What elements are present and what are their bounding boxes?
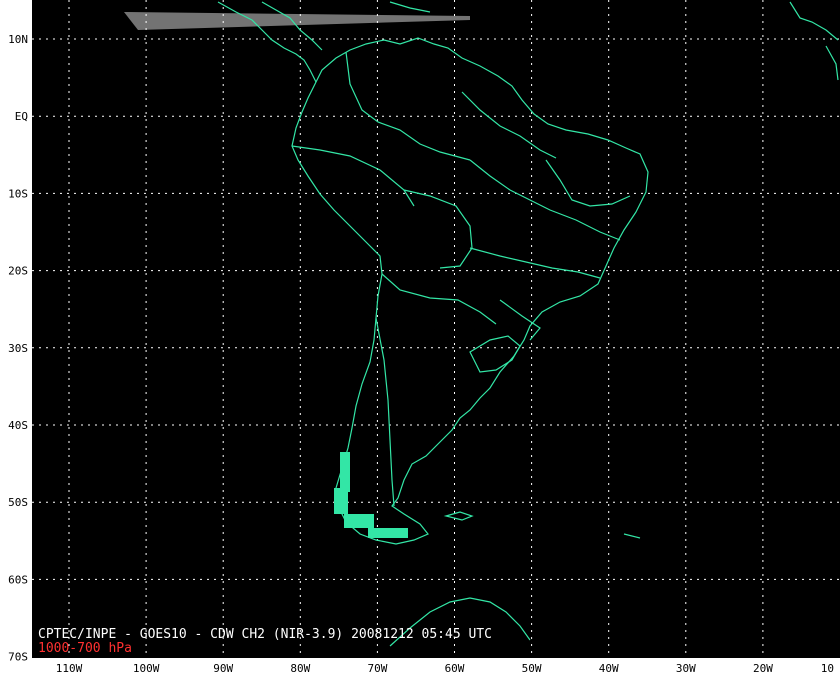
- fjord-block-1: [340, 452, 350, 492]
- latitude-label: 10S: [8, 187, 28, 200]
- latitude-label: 60S: [8, 573, 28, 586]
- latitude-label: 30S: [8, 342, 28, 355]
- longitude-label: 110W: [56, 662, 83, 675]
- latitude-label: 10N: [8, 33, 28, 46]
- longitude-label: 80W: [290, 662, 310, 675]
- longitude-labels: 110W 100W 90W 80W 70W 60W 50W 40W 30W 20W 10: [56, 662, 834, 675]
- map-caption: CPTEC/INPE - GOES10 - CDW CH2 (NIR-3.9) …: [38, 627, 492, 642]
- longitude-label: 60W: [445, 662, 465, 675]
- longitude-label: 10: [821, 662, 834, 675]
- longitude-label: 20W: [753, 662, 773, 675]
- fjord-block-3: [344, 514, 374, 528]
- map-canvas: 10N EQ 10S 20S 30S 40S 50S 60S 70S 110W 100W 90W 80…: [8, 0, 840, 675]
- longitude-label: 30W: [676, 662, 696, 675]
- longitude-label: 50W: [522, 662, 542, 675]
- latitude-labels: 10N EQ 10S 20S 30S 40S 50S 60S 70S: [8, 33, 28, 664]
- fjord-block-2: [334, 488, 348, 514]
- longitude-label: 100W: [133, 662, 160, 675]
- latitude-label: 20S: [8, 265, 28, 278]
- map-background: [32, 0, 840, 658]
- latitude-label: 40S: [8, 419, 28, 432]
- longitude-label: 40W: [599, 662, 619, 675]
- latitude-label: 50S: [8, 496, 28, 509]
- satellite-map: 10N EQ 10S 20S 30S 40S 50S 60S 70S 110W 100W 90W 80…: [0, 0, 840, 680]
- pressure-level-caption: 1000-700 hPa: [38, 641, 132, 656]
- longitude-label: 90W: [213, 662, 233, 675]
- latitude-label: 70S: [8, 651, 28, 664]
- latitude-label: EQ: [15, 110, 28, 123]
- fjord-block-4: [368, 528, 408, 538]
- longitude-label: 70W: [367, 662, 387, 675]
